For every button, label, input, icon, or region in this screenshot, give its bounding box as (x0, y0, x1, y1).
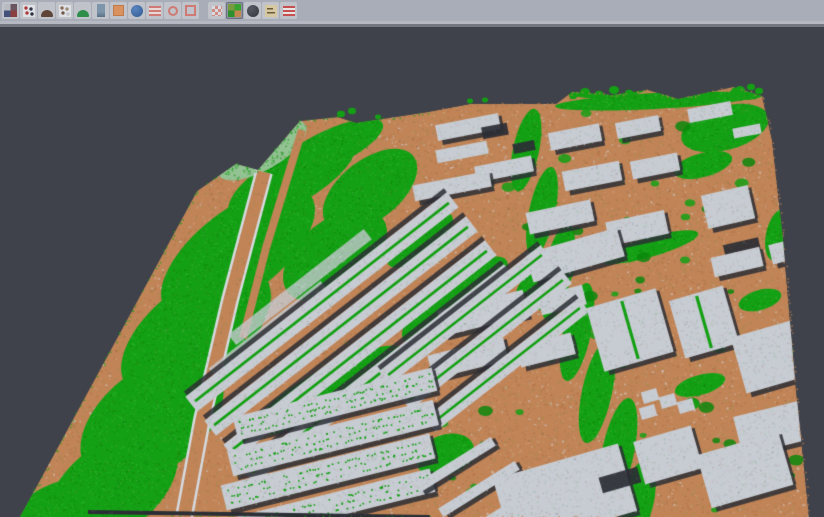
cross-section-icon-glyph (97, 4, 105, 17)
globe-icon-glyph (131, 5, 143, 17)
flag-stripes-icon[interactable] (280, 2, 297, 19)
terrain-mound-icon-glyph (41, 10, 53, 17)
ortho-image-icon-glyph (113, 5, 124, 16)
profile-lines-icon-glyph (149, 6, 161, 16)
classified-points-icon-glyph (23, 5, 35, 17)
cross-section-icon[interactable] (92, 2, 109, 19)
classified-view-icon[interactable] (226, 2, 243, 19)
render-preview-icon[interactable] (2, 2, 19, 19)
circle-select-icon[interactable] (164, 2, 181, 19)
point-cloud-viewer-window (0, 0, 824, 517)
flag-stripes-icon-glyph (283, 6, 295, 16)
circle-select-icon-glyph (168, 6, 178, 16)
terrain-mound-icon[interactable] (38, 2, 55, 19)
sparse-points-icon-glyph (59, 5, 71, 17)
rect-select-icon-glyph (185, 5, 196, 16)
dark-sphere-icon-glyph (247, 5, 259, 17)
globe-icon[interactable] (128, 2, 145, 19)
toolbar-shadow-line (0, 24, 824, 27)
note-tag-icon-glyph (265, 5, 277, 17)
sparse-points-icon[interactable] (56, 2, 73, 19)
checker-select-icon[interactable] (208, 2, 225, 19)
green-hill-icon[interactable] (74, 2, 91, 19)
main-toolbar (0, 0, 824, 21)
render-preview-icon-glyph (4, 4, 17, 17)
profile-lines-icon[interactable] (146, 2, 163, 19)
point-cloud-3d-viewport[interactable] (0, 0, 824, 517)
green-hill-icon-glyph (77, 10, 89, 17)
toolbar-icon-strip (0, 0, 298, 21)
note-tag-icon[interactable] (262, 2, 279, 19)
checker-select-icon-glyph (212, 6, 222, 16)
ortho-image-icon[interactable] (110, 2, 127, 19)
rect-select-icon[interactable] (182, 2, 199, 19)
classified-points-icon[interactable] (20, 2, 37, 19)
dark-sphere-icon[interactable] (244, 2, 261, 19)
classified-view-icon-glyph (228, 4, 241, 17)
